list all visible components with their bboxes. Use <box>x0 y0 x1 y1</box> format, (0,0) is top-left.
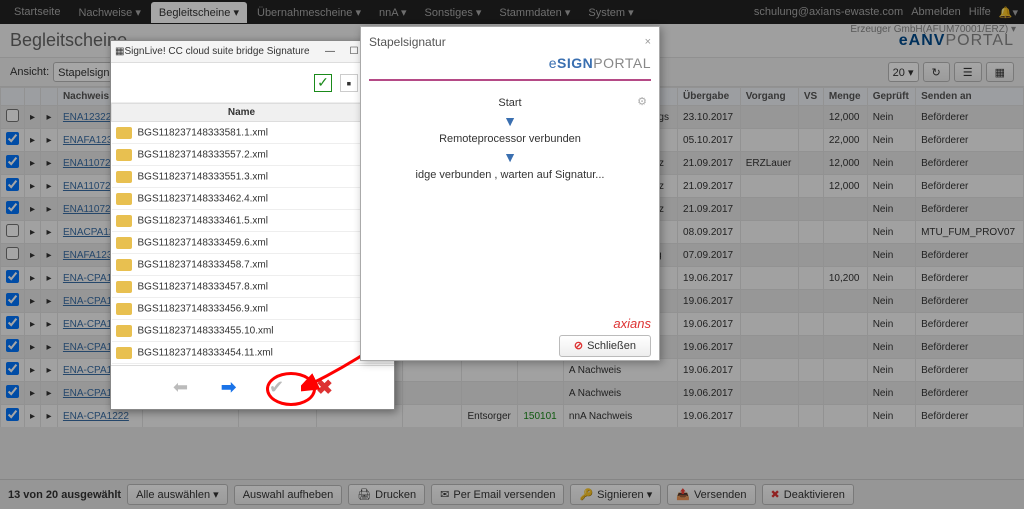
file-row[interactable]: BGS118237148333457.8.xml <box>112 276 394 298</box>
folder-icon <box>116 325 132 337</box>
next-button[interactable]: ➡ <box>215 376 243 400</box>
status-pause-icon: ▪ <box>340 74 358 92</box>
stapelsignatur-dialog: Stapelsignatur × eSIGNPORTAL ⚙ Start ▼ R… <box>360 26 660 361</box>
file-row[interactable]: BGS118237148333456.9.xml <box>112 298 394 320</box>
folder-icon <box>116 127 132 139</box>
file-row[interactable]: BGS118237148333455.10.xml <box>112 320 394 342</box>
folder-icon <box>116 347 132 359</box>
folder-icon <box>116 215 132 227</box>
folder-icon <box>116 259 132 271</box>
signlive-title: SignLive! CC cloud suite bridge Signatur… <box>124 46 318 57</box>
step-bridge: idge verbunden , warten auf Signatur... <box>369 169 651 181</box>
cancel-button[interactable]: ✖ <box>311 376 339 400</box>
signlive-dialog: ▦ SignLive! CC cloud suite bridge Signat… <box>110 40 395 410</box>
esign-logo: eSIGNPORTAL <box>369 55 651 71</box>
file-row[interactable]: BGS118237148333459.6.xml <box>112 232 394 254</box>
minimize-icon[interactable]: — <box>318 46 342 57</box>
folder-icon <box>116 281 132 293</box>
file-row[interactable]: BGS118237148333551.3.xml <box>112 166 394 188</box>
gear-icon[interactable]: ⚙ <box>637 95 647 108</box>
chevron-down-icon: ▼ <box>369 149 651 165</box>
prev-button[interactable]: ⬅ <box>167 376 195 400</box>
file-row[interactable]: BGS118237148333462.4.xml <box>112 188 394 210</box>
file-row[interactable]: BGS118237148333461.5.xml <box>112 210 394 232</box>
chevron-down-icon: ▼ <box>369 113 651 129</box>
file-row[interactable]: BGS118237148333454.11.xml <box>112 342 394 364</box>
confirm-button[interactable]: ✔ <box>263 376 291 400</box>
axians-logo: axians <box>369 316 651 331</box>
signlive-app-icon: ▦ <box>115 46 124 57</box>
folder-icon <box>116 193 132 205</box>
folder-icon <box>116 303 132 315</box>
close-button[interactable]: ⊘Schließen <box>559 335 651 357</box>
folder-icon <box>116 149 132 161</box>
name-column[interactable]: Name <box>112 104 372 122</box>
folder-icon <box>116 237 132 249</box>
step-start: Start <box>369 97 651 109</box>
file-row[interactable]: BGS118237148333458.7.xml <box>112 254 394 276</box>
step-remote: Remoteprocessor verbunden <box>369 133 651 145</box>
dialog-title: Stapelsignatur <box>369 35 446 49</box>
dialog-close-icon[interactable]: × <box>645 36 651 48</box>
file-row[interactable]: BGS118237148333557.2.xml <box>112 144 394 166</box>
status-ok-icon: ✓ <box>314 74 332 92</box>
file-row[interactable]: BGS118237148333581.1.xml <box>112 122 394 144</box>
folder-icon <box>116 171 132 183</box>
